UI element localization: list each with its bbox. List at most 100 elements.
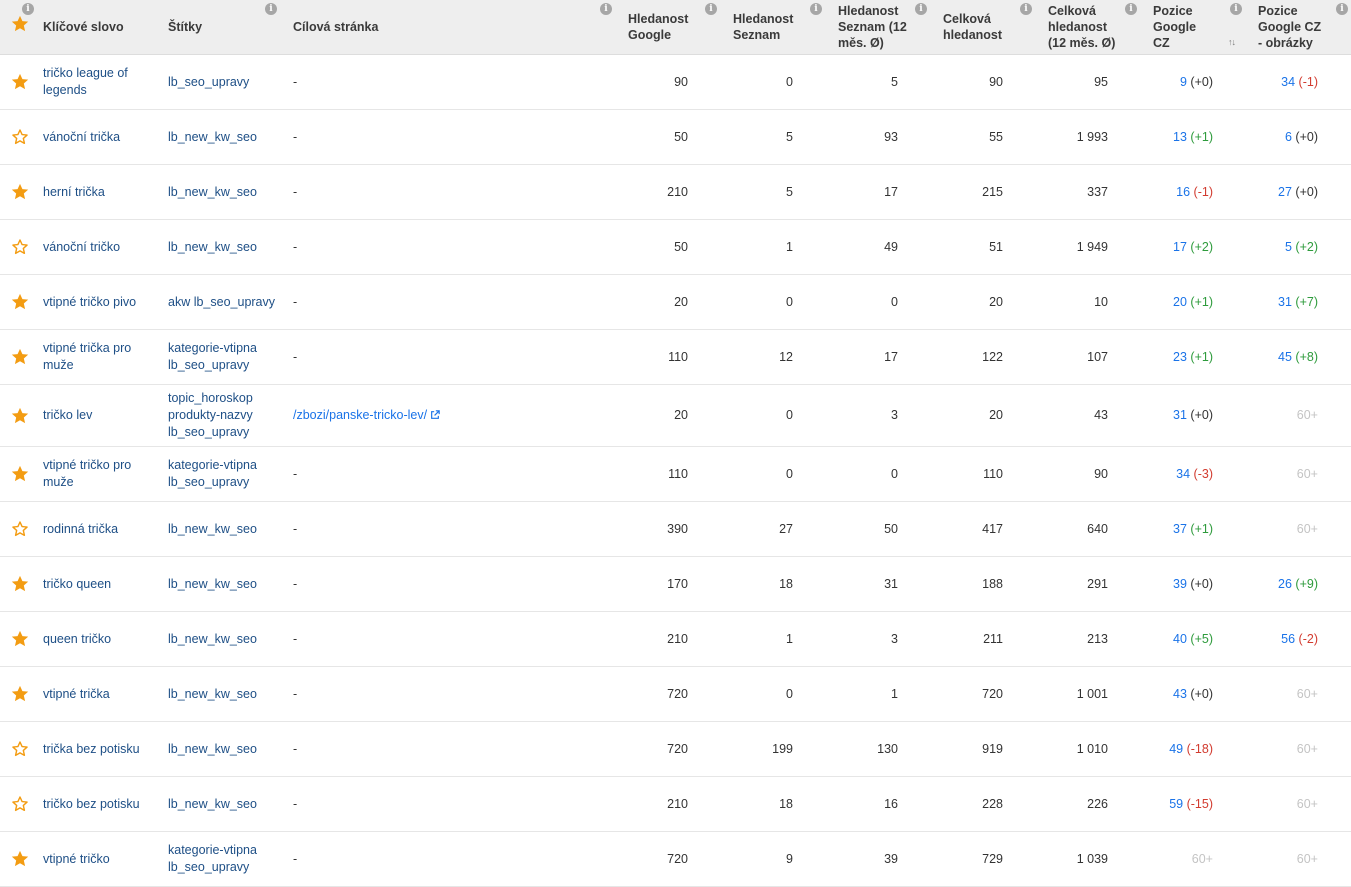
tag-label[interactable]: lb_new_kw_seo [168,631,257,648]
position-google-cell[interactable]: 9 (+0) [1125,55,1213,109]
position-images[interactable]: 60+ [1297,407,1318,424]
position-images[interactable]: 60+ [1297,686,1318,703]
keyword-link[interactable]: rodinná trička [43,521,118,538]
star-filled-icon[interactable] [10,629,30,649]
position-google-cell[interactable]: 20 (+1) [1125,275,1213,329]
position-google[interactable]: 31 [1173,407,1187,424]
position-google[interactable]: 20 [1173,294,1187,311]
tag-label[interactable]: lb_seo_upravy [168,424,253,441]
star-filled-icon[interactable] [10,72,30,92]
position-images[interactable]: 5 [1285,239,1292,256]
position-images-cell[interactable]: 60+ [1230,722,1318,776]
keyword-link[interactable]: tričko lev [43,407,92,424]
position-google-cell[interactable]: 34 (-3) [1125,447,1213,501]
position-images[interactable]: 60+ [1297,741,1318,758]
header-star-cell[interactable]: i [0,0,38,54]
position-images-cell[interactable]: 60+ [1230,667,1318,721]
position-images[interactable]: 27 [1278,184,1292,201]
table-row[interactable]: vtipné tričko kategorie-vtipna lb_seo_upr… [0,832,1351,887]
keyword-link[interactable]: herní trička [43,184,105,201]
column-header-total[interactable]: Celková hledanost i [943,0,1033,54]
position-google[interactable]: 39 [1173,576,1187,593]
column-header-seznam12[interactable]: Hledanost Seznam (12 měs. Ø) i [838,0,928,54]
position-images-cell[interactable]: 60+ [1230,385,1318,446]
keyword-link[interactable]: vánoční trička [43,129,120,146]
position-images[interactable]: 60+ [1297,521,1318,538]
info-icon[interactable]: i [705,3,717,15]
keyword-link[interactable]: tričko bez potisku [43,796,140,813]
column-header-seznam[interactable]: Hledanost Seznam i [733,0,823,54]
position-images[interactable]: 60+ [1297,851,1318,868]
position-google-cell[interactable]: 17 (+2) [1125,220,1213,274]
tag-label[interactable]: lb_new_kw_seo [168,239,257,256]
table-row[interactable]: tričko lev topic_horoskop produkty-nazvy l… [0,385,1351,447]
info-icon[interactable]: i [600,3,612,15]
keyword-link[interactable]: tričko league of legends [43,65,158,99]
position-images-cell[interactable]: 60+ [1230,502,1318,556]
star-outline-icon[interactable] [10,237,30,257]
star-outline-icon[interactable] [10,794,30,814]
position-images-cell[interactable]: 27 (+0) [1230,165,1318,219]
star-filled-icon[interactable] [10,464,30,484]
position-google-cell[interactable]: 16 (-1) [1125,165,1213,219]
position-google[interactable]: 16 [1176,184,1190,201]
position-google[interactable]: 49 [1169,741,1183,758]
position-images[interactable]: 6 [1285,129,1292,146]
tag-label[interactable]: kategorie-vtipna [168,340,257,357]
column-header-tags[interactable]: Štítky i [168,0,278,54]
keyword-link[interactable]: vtipné trička [43,686,110,703]
star-filled-icon[interactable] [10,292,30,312]
position-images-cell[interactable]: 45 (+8) [1230,330,1318,384]
table-row[interactable]: vánoční trička lb_new_kw_seo - 50 5 93 5… [0,110,1351,165]
column-header-keyword[interactable]: Klíčové slovo [43,0,153,54]
table-row[interactable]: queen tričko lb_new_kw_seo - 210 1 3 211… [0,612,1351,667]
star-filled-icon[interactable] [10,14,30,34]
tag-label[interactable]: kategorie-vtipna [168,842,257,859]
position-google[interactable]: 43 [1173,686,1187,703]
table-row[interactable]: tričko bez potisku lb_new_kw_seo - 210 1… [0,777,1351,832]
position-images-cell[interactable]: 60+ [1230,832,1318,886]
position-images[interactable]: 45 [1278,349,1292,366]
position-google[interactable]: 9 [1180,74,1187,91]
position-images-cell[interactable]: 60+ [1230,447,1318,501]
position-images[interactable]: 60+ [1297,796,1318,813]
position-google-cell[interactable]: 31 (+0) [1125,385,1213,446]
column-header-posimg[interactable]: Pozice Google CZ - obrázky i [1258,0,1350,54]
position-images-cell[interactable]: 60+ [1230,777,1318,831]
keyword-link[interactable]: vtipné tričko pro muže [43,457,158,491]
sort-icon[interactable]: ↑↓ [1228,34,1236,50]
position-images-cell[interactable]: 5 (+2) [1230,220,1318,274]
tag-label[interactable]: lb_new_kw_seo [168,741,257,758]
position-google[interactable]: 60+ [1192,851,1213,868]
table-row[interactable]: rodinná trička lb_new_kw_seo - 390 27 50… [0,502,1351,557]
table-row[interactable]: tričko league of legends lb_seo_upravy -… [0,55,1351,110]
star-filled-icon[interactable] [10,182,30,202]
star-outline-icon[interactable] [10,127,30,147]
position-images[interactable]: 34 [1281,74,1295,91]
position-google-cell[interactable]: 13 (+1) [1125,110,1213,164]
tag-label[interactable]: lb_seo_upravy [168,859,257,876]
star-filled-icon[interactable] [10,347,30,367]
column-header-target[interactable]: Cílová stránka i [293,0,613,54]
position-google-cell[interactable]: 49 (-18) [1125,722,1213,776]
star-filled-icon[interactable] [10,406,30,426]
keyword-link[interactable]: trička bez potisku [43,741,140,758]
tag-label[interactable]: lb_new_kw_seo [168,796,257,813]
info-icon[interactable]: i [1020,3,1032,15]
keyword-link[interactable]: tričko queen [43,576,111,593]
tag-label[interactable]: kategorie-vtipna [168,457,257,474]
star-filled-icon[interactable] [10,684,30,704]
column-header-pos[interactable]: Pozice Google CZ i ↑↓ [1153,0,1243,54]
table-row[interactable]: vtipné tričko pivo akw lb_seo_upravy - 2… [0,275,1351,330]
position-google[interactable]: 37 [1173,521,1187,538]
tag-label[interactable]: lb_seo_upravy [168,74,249,91]
table-row[interactable]: trička bez potisku lb_new_kw_seo - 720 1… [0,722,1351,777]
star-outline-icon[interactable] [10,739,30,759]
external-link-icon[interactable] [430,410,440,420]
position-google[interactable]: 23 [1173,349,1187,366]
info-icon[interactable]: i [22,3,34,15]
star-outline-icon[interactable] [10,519,30,539]
tag-label[interactable]: akw lb_seo_upravy [168,294,275,311]
keyword-link[interactable]: vánoční tričko [43,239,120,256]
position-google[interactable]: 40 [1173,631,1187,648]
